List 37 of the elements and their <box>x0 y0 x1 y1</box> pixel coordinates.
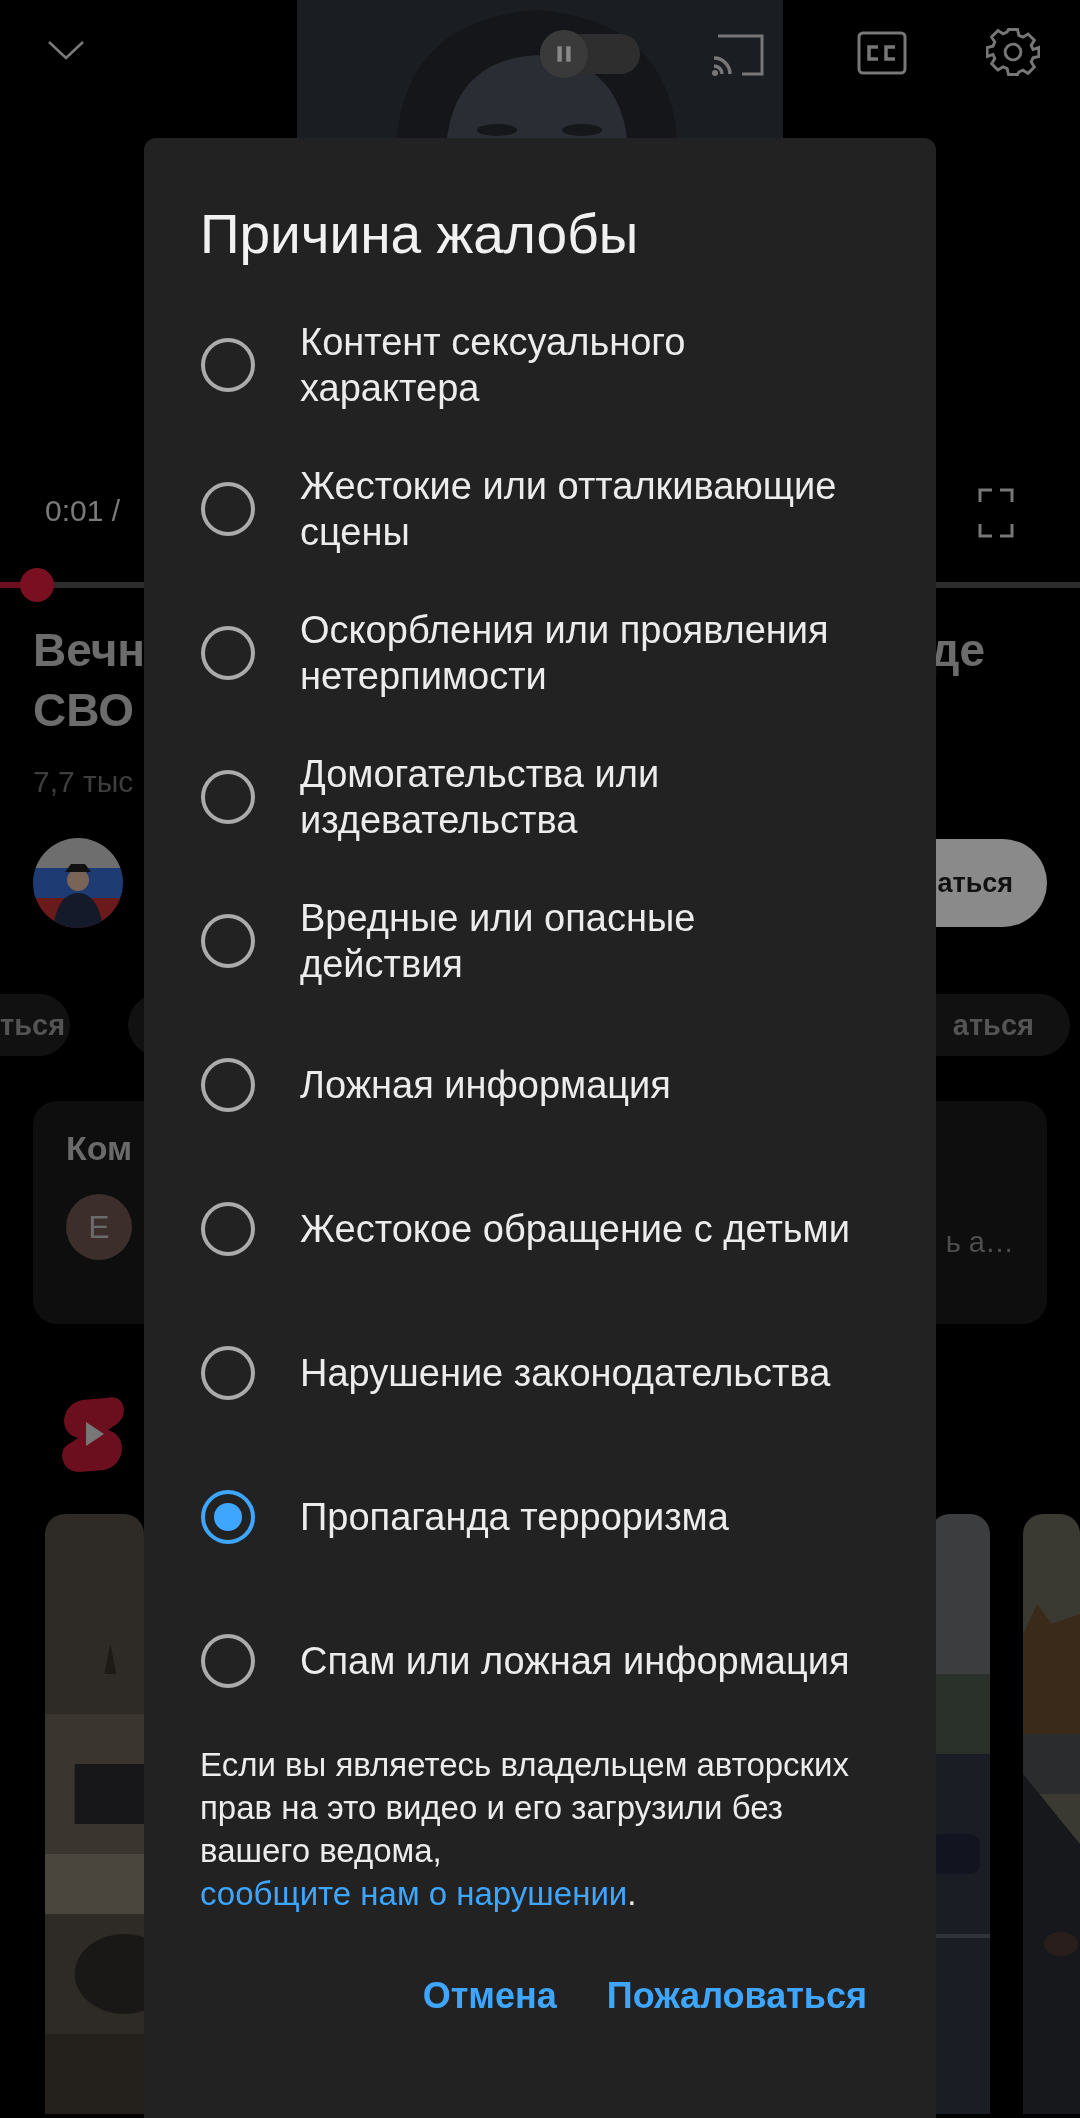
radio-button[interactable] <box>201 338 255 392</box>
radio-button[interactable] <box>201 1490 255 1544</box>
radio-button[interactable] <box>201 770 255 824</box>
cancel-button[interactable]: Отмена <box>422 1975 557 2017</box>
option-label[interactable]: Оскорбления или проявления нетерпимости <box>300 607 855 699</box>
option-label[interactable]: Пропаганда терроризма <box>300 1494 729 1540</box>
video-title: Вечн <box>33 623 146 678</box>
fullscreen-icon[interactable] <box>978 488 1014 538</box>
option-label[interactable]: Домогательства или издевательства <box>300 751 855 843</box>
option-label[interactable]: Вредные или опасные действия <box>300 895 855 987</box>
user-avatar: E <box>66 1194 132 1260</box>
comments-title: Ком <box>66 1129 134 1168</box>
channel-avatar[interactable] <box>33 838 123 928</box>
radio-button[interactable] <box>201 914 255 968</box>
option-label[interactable]: Нарушение законодательства <box>300 1350 831 1396</box>
radio-button[interactable] <box>201 482 255 536</box>
settings-icon[interactable] <box>986 25 1040 79</box>
view-count: 7,7 тыс <box>33 764 134 800</box>
captions-icon[interactable] <box>857 31 907 75</box>
option-label[interactable]: Контент сексуального характера <box>300 319 855 411</box>
time-label: 0:01 / <box>45 494 121 528</box>
video-title: СВО <box>33 683 135 738</box>
option-label[interactable]: Жестокое обращение с детьми <box>300 1206 850 1252</box>
report-button[interactable]: Пожаловаться <box>606 1975 867 2017</box>
radio-button[interactable] <box>201 1634 255 1688</box>
radio-button[interactable] <box>201 1346 255 1400</box>
report-link[interactable]: сообщите нам о нарушении <box>200 1875 628 1912</box>
collapse-icon[interactable] <box>46 38 86 62</box>
radio-button[interactable] <box>201 1058 255 1112</box>
dialog-title: Причина жалобы <box>200 202 640 264</box>
option-label[interactable]: Спам или ложная информация <box>300 1638 850 1684</box>
comment-preview: ь а… <box>945 1224 1014 1259</box>
option-label[interactable]: Ложная информация <box>300 1062 671 1108</box>
copyright-notice: Если вы являетесь владельцем авторских прав на это видео и его загрузили без вашего ведома, сообщите нам о нарушении. <box>200 1745 850 1914</box>
radio-button[interactable] <box>201 1202 255 1256</box>
radio-button[interactable] <box>201 626 255 680</box>
option-label[interactable]: Жестокие или отталкивающие сцены <box>300 463 855 555</box>
